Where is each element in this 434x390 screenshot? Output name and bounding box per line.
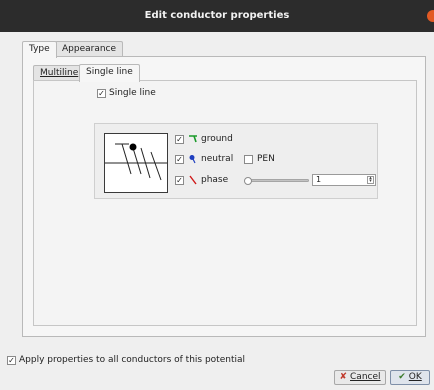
neutral-icon [188, 154, 198, 167]
conductor-preview-drawing [105, 143, 167, 181]
tab-multiline-label: Multiline [40, 68, 79, 78]
apply-all-checkbox[interactable]: ✓ [7, 356, 16, 365]
tab-type[interactable]: Type [22, 41, 57, 58]
ok-icon: ✔ [398, 372, 406, 382]
ground-checkbox[interactable]: ✓ [175, 135, 184, 144]
phase-checkbox[interactable]: ✓ [175, 176, 184, 185]
ok-label: OK [408, 372, 422, 382]
spin-arrows-icon[interactable]: ▴ ▾ [367, 176, 374, 184]
single-line-options-group: ✓ ground ✓ neutral PEN ✓ phase 1 ▴ ▾ [94, 123, 378, 199]
pen-label: PEN [257, 154, 275, 164]
cancel-label: Cancel [350, 372, 381, 382]
title-bar: Edit conductor properties [0, 0, 434, 32]
phase-count-spinbox[interactable]: 1 ▴ ▾ [312, 174, 376, 186]
ok-button[interactable]: ✔ OK [390, 370, 430, 385]
ground-icon [188, 134, 198, 147]
phase-slider-handle[interactable] [244, 177, 252, 185]
apply-all-label: Apply properties to all conductors of th… [19, 355, 245, 365]
close-icon[interactable] [427, 10, 434, 22]
single-line-panel: ✓ Single line ✓ ground ✓ neutral PEN ✓ p… [33, 80, 417, 326]
window-title: Edit conductor properties [144, 10, 290, 21]
cancel-icon: ✘ [339, 372, 348, 382]
tab-multiline[interactable]: Multiline [33, 65, 86, 81]
single-line-checkbox[interactable]: ✓ [97, 89, 106, 98]
conductor-preview [104, 133, 168, 193]
tab-single-line[interactable]: Single line [79, 64, 140, 82]
phase-count-value: 1 [316, 175, 322, 184]
single-line-label: Single line [109, 88, 156, 98]
tab-appearance[interactable]: Appearance [55, 41, 124, 57]
neutral-checkbox[interactable]: ✓ [175, 155, 184, 164]
phase-label: phase [201, 175, 229, 185]
neutral-label: neutral [201, 154, 234, 164]
ground-label: ground [201, 134, 233, 144]
phase-icon [188, 175, 198, 188]
phase-count-slider[interactable] [245, 179, 309, 182]
pen-checkbox[interactable] [244, 155, 253, 164]
cancel-button[interactable]: ✘ Cancel [334, 370, 386, 385]
type-panel: Multiline Single line ✓ Single line ✓ gr… [22, 56, 426, 337]
